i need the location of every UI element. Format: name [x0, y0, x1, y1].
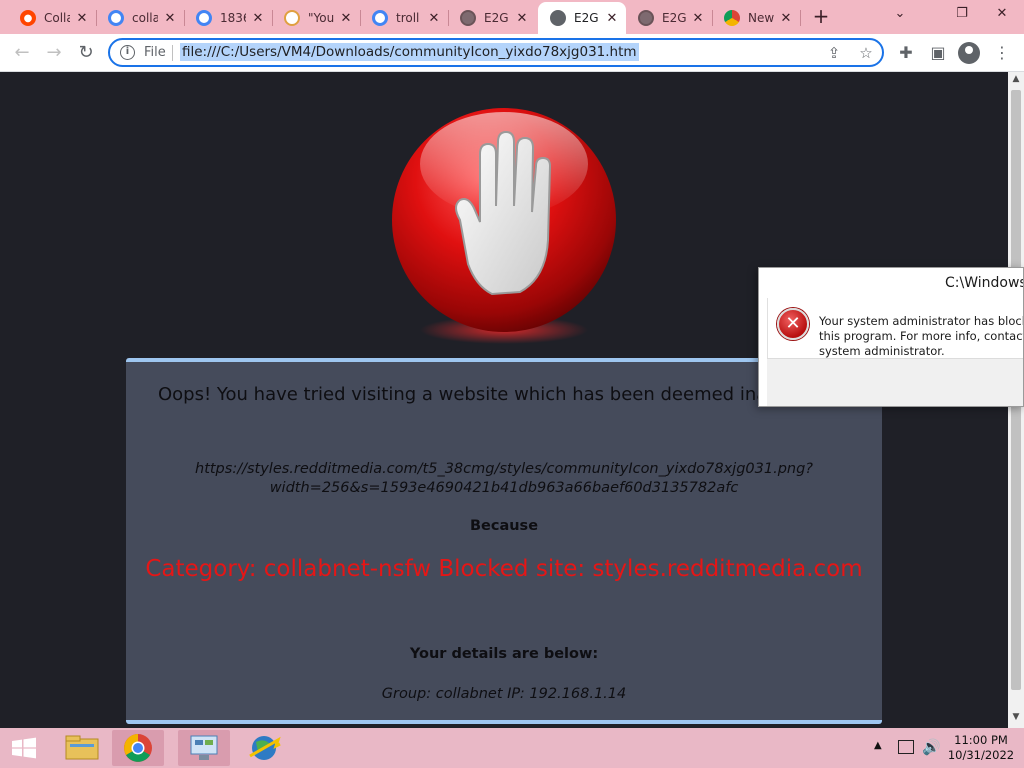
- tab-search-chevron-icon[interactable]: ⌄: [888, 2, 912, 26]
- network-globe-app-icon[interactable]: [238, 730, 290, 766]
- google-icon: [196, 10, 212, 26]
- tab-new[interactable]: New ✕: [712, 4, 801, 32]
- tab-google-collabnet[interactable]: collabnet ✕: [96, 4, 185, 32]
- tab-e2g-active[interactable]: E2G ✕: [538, 2, 626, 34]
- volume-icon[interactable]: 🔊: [922, 738, 941, 756]
- url-text[interactable]: file:///C:/Users/VM4/Downloads/community…: [180, 43, 639, 61]
- globe-icon: [460, 10, 476, 26]
- close-icon[interactable]: ✕: [604, 11, 620, 26]
- chrome-icon: [724, 10, 740, 26]
- tab-title: E2G: [574, 11, 599, 25]
- tray-chevron-up-icon[interactable]: ▲: [874, 740, 882, 751]
- close-icon[interactable]: ✕: [338, 11, 354, 26]
- tab-you[interactable]: "You ✕: [272, 4, 361, 32]
- forward-arrow-icon[interactable]: →: [42, 41, 66, 65]
- windows-start-icon[interactable]: [0, 728, 48, 768]
- tab-title: E2G: [662, 11, 687, 25]
- tab-google-troll[interactable]: troll ✕: [360, 4, 449, 32]
- ten-icon: [284, 10, 300, 26]
- tab-google-1836[interactable]: 1836 ✕: [184, 4, 273, 32]
- dialog-title: C:\Windows\: [945, 275, 1024, 291]
- taskbar-clock[interactable]: 11:00 PM 10/31/2022: [944, 733, 1018, 763]
- windows-error-dialog[interactable]: C:\Windows\ ✕ Your system administrator …: [758, 267, 1024, 407]
- info-icon[interactable]: i: [120, 45, 135, 60]
- close-icon[interactable]: ✕: [74, 11, 90, 26]
- side-panel-icon[interactable]: ▣: [926, 41, 950, 65]
- clock-date: 10/31/2022: [947, 748, 1015, 762]
- tab-e2g-1[interactable]: E2G ✕: [448, 4, 536, 32]
- tab-e2g-3[interactable]: E2G ✕: [626, 4, 713, 32]
- stop-hand-icon: [392, 108, 616, 344]
- because-label: Because: [469, 518, 539, 534]
- user-details: Group: collabnet IP: 192.168.1.14: [381, 686, 627, 702]
- back-arrow-icon[interactable]: ←: [10, 41, 34, 65]
- control-panel-icon[interactable]: [178, 730, 230, 766]
- tab-title: E2G: [484, 11, 509, 25]
- close-icon[interactable]: ✕: [426, 11, 442, 26]
- tab-title: Collabnet: [44, 11, 70, 25]
- browser-toolbar: ← → ↻ i File file:///C:/Users/VM4/Downlo…: [0, 34, 1024, 72]
- profile-avatar-icon[interactable]: [958, 42, 980, 64]
- omnibox-divider: [172, 45, 173, 61]
- close-window-icon[interactable]: ✕: [990, 2, 1014, 26]
- google-icon: [372, 10, 388, 26]
- dialog-body: ✕ Your system administrator has blocked …: [767, 298, 1024, 358]
- tab-title: troll: [396, 11, 420, 25]
- bookmark-star-icon[interactable]: ☆: [856, 43, 876, 63]
- share-icon[interactable]: ⇪: [824, 43, 844, 63]
- dialog-footer: [767, 358, 1023, 406]
- close-icon[interactable]: ✕: [514, 11, 530, 26]
- block-message-panel: Oops! You have tried visiting a website …: [126, 358, 882, 724]
- blocked-url-text: https://styles.redditmedia.com/t5_38cmg/…: [195, 461, 813, 496]
- reddit-icon: ●: [20, 10, 36, 26]
- error-icon: ✕: [777, 308, 809, 340]
- globe-icon: [638, 10, 654, 26]
- new-tab-button[interactable]: +: [808, 6, 834, 28]
- tab-title: 1836: [220, 11, 246, 25]
- google-icon: [108, 10, 124, 26]
- dialog-titlebar[interactable]: C:\Windows\: [759, 268, 1024, 298]
- close-icon[interactable]: ✕: [690, 11, 706, 26]
- reload-icon[interactable]: ↻: [74, 41, 98, 65]
- windows-taskbar: ▲ 🔊 11:00 PM 10/31/2022: [0, 728, 1024, 768]
- extensions-puzzle-icon[interactable]: ✚: [894, 41, 918, 65]
- scroll-up-arrow-icon[interactable]: ▲: [1008, 74, 1024, 88]
- close-icon[interactable]: ✕: [162, 11, 178, 26]
- details-heading: Your details are below:: [409, 646, 599, 662]
- tab-title: "You: [308, 11, 334, 25]
- clock-time: 11:00 PM: [954, 733, 1008, 747]
- tab-strip: ● Collabnet ✕ collabnet ✕ 1836 ✕ "You ✕ …: [0, 0, 1024, 34]
- tab-reddit[interactable]: ● Collabnet ✕: [8, 4, 97, 32]
- close-icon[interactable]: ✕: [778, 11, 794, 26]
- globe-icon: [550, 10, 566, 26]
- scroll-down-arrow-icon[interactable]: ▼: [1008, 712, 1024, 726]
- category-blocked-site: Category: collabnet-nsfw Blocked site: s…: [145, 556, 863, 582]
- scheme-label: File: [144, 45, 166, 60]
- restore-window-icon[interactable]: ❐: [950, 2, 974, 26]
- tab-title: New: [748, 11, 774, 25]
- menu-kebab-icon[interactable]: ⋮: [990, 41, 1014, 65]
- address-bar[interactable]: i File file:///C:/Users/VM4/Downloads/co…: [108, 38, 884, 67]
- close-icon[interactable]: ✕: [250, 11, 266, 26]
- network-icon[interactable]: [898, 740, 914, 754]
- dialog-message: Your system administrator has blocked th…: [819, 314, 1024, 358]
- chrome-taskbar-icon[interactable]: [112, 730, 164, 766]
- tab-title: collabnet: [132, 11, 158, 25]
- file-explorer-icon[interactable]: [56, 730, 108, 766]
